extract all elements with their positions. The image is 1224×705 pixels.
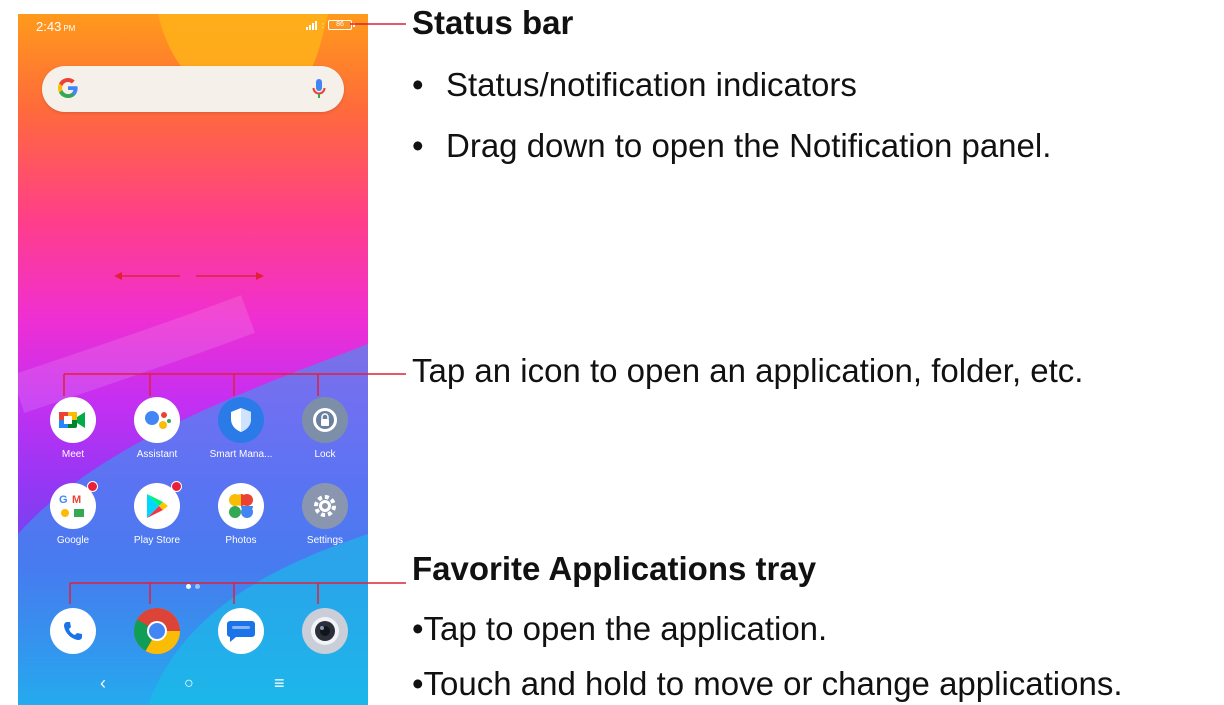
- page-indicator: [186, 584, 200, 589]
- back-button[interactable]: ‹: [100, 673, 106, 694]
- icon-tap-note: Tap an icon to open an application, fold…: [412, 352, 1084, 389]
- app-label: Photos: [225, 535, 257, 546]
- camera-icon: [302, 608, 348, 654]
- svg-text:G: G: [59, 494, 68, 506]
- navigation-bar: ‹ ○ ≡: [18, 665, 368, 705]
- wallpaper: [18, 14, 368, 705]
- bullet-marker: •: [412, 127, 424, 164]
- app-settings[interactable]: Settings: [283, 483, 367, 546]
- battery-icon: 86: [328, 20, 355, 30]
- app-play-store[interactable]: Play Store: [115, 481, 199, 546]
- tray-bullet-1: •Tap to open the application.: [412, 610, 828, 647]
- status-bar-bullet-1: Status/notification indicators: [446, 66, 857, 103]
- microphone-icon[interactable]: [312, 78, 326, 105]
- app-label: Lock: [314, 449, 336, 460]
- app-label: Smart Mana...: [209, 449, 273, 460]
- tray-title: Favorite Applications tray: [412, 550, 817, 587]
- swipe-arrows-icon: [114, 272, 264, 280]
- svg-text:M: M: [72, 494, 81, 506]
- tray-phone[interactable]: [31, 608, 115, 654]
- notification-badge: [171, 481, 182, 492]
- google-folder-icon: G M: [50, 481, 98, 529]
- menu-button[interactable]: ≡: [274, 673, 285, 694]
- assistant-icon: [134, 397, 180, 443]
- app-label: Google: [56, 535, 90, 546]
- phone-screen: 2:43 PM : 86 Meet Assistant Smart Mana..…: [18, 14, 368, 705]
- app-label: Play Store: [133, 535, 181, 546]
- play-store-icon: [134, 481, 182, 529]
- status-icons: : 86: [305, 20, 355, 30]
- signal-icon: [305, 21, 317, 30]
- lock-icon: [302, 397, 348, 443]
- app-lock[interactable]: Lock: [283, 397, 367, 460]
- app-smart-manager[interactable]: Smart Mana...: [199, 397, 283, 460]
- google-search-bar[interactable]: [42, 66, 344, 112]
- google-logo-icon: [56, 76, 80, 107]
- app-label: Meet: [61, 449, 85, 460]
- notification-badge: [87, 481, 98, 492]
- app-label: Settings: [306, 535, 344, 546]
- app-label: Assistant: [136, 449, 178, 460]
- bullet-marker: •: [412, 66, 424, 103]
- status-bar[interactable]: 2:43 PM : 86: [18, 14, 368, 38]
- home-button[interactable]: ○: [184, 675, 194, 693]
- app-google-folder[interactable]: G M Google: [31, 481, 115, 546]
- status-bar-bullet-2: Drag down to open the Notification panel…: [446, 127, 1052, 164]
- tray-chrome[interactable]: [115, 608, 199, 654]
- app-meet[interactable]: Meet: [31, 397, 115, 460]
- meet-icon: [50, 397, 96, 443]
- status-time: 2:43 PM: [36, 19, 76, 34]
- messages-icon: [218, 608, 264, 654]
- phone-icon: [50, 608, 96, 654]
- tray-camera[interactable]: [283, 608, 367, 654]
- status-bar-title: Status bar: [412, 4, 574, 41]
- separator-icon: :: [321, 20, 324, 30]
- app-photos[interactable]: Photos: [199, 483, 283, 546]
- chrome-icon: [134, 608, 180, 654]
- tray-messages[interactable]: [199, 608, 283, 654]
- smart-manager-icon: [218, 397, 264, 443]
- photos-icon: [218, 483, 264, 529]
- app-assistant[interactable]: Assistant: [115, 397, 199, 460]
- tray-bullet-2: •Touch and hold to move or change applic…: [412, 665, 1123, 702]
- settings-icon: [302, 483, 348, 529]
